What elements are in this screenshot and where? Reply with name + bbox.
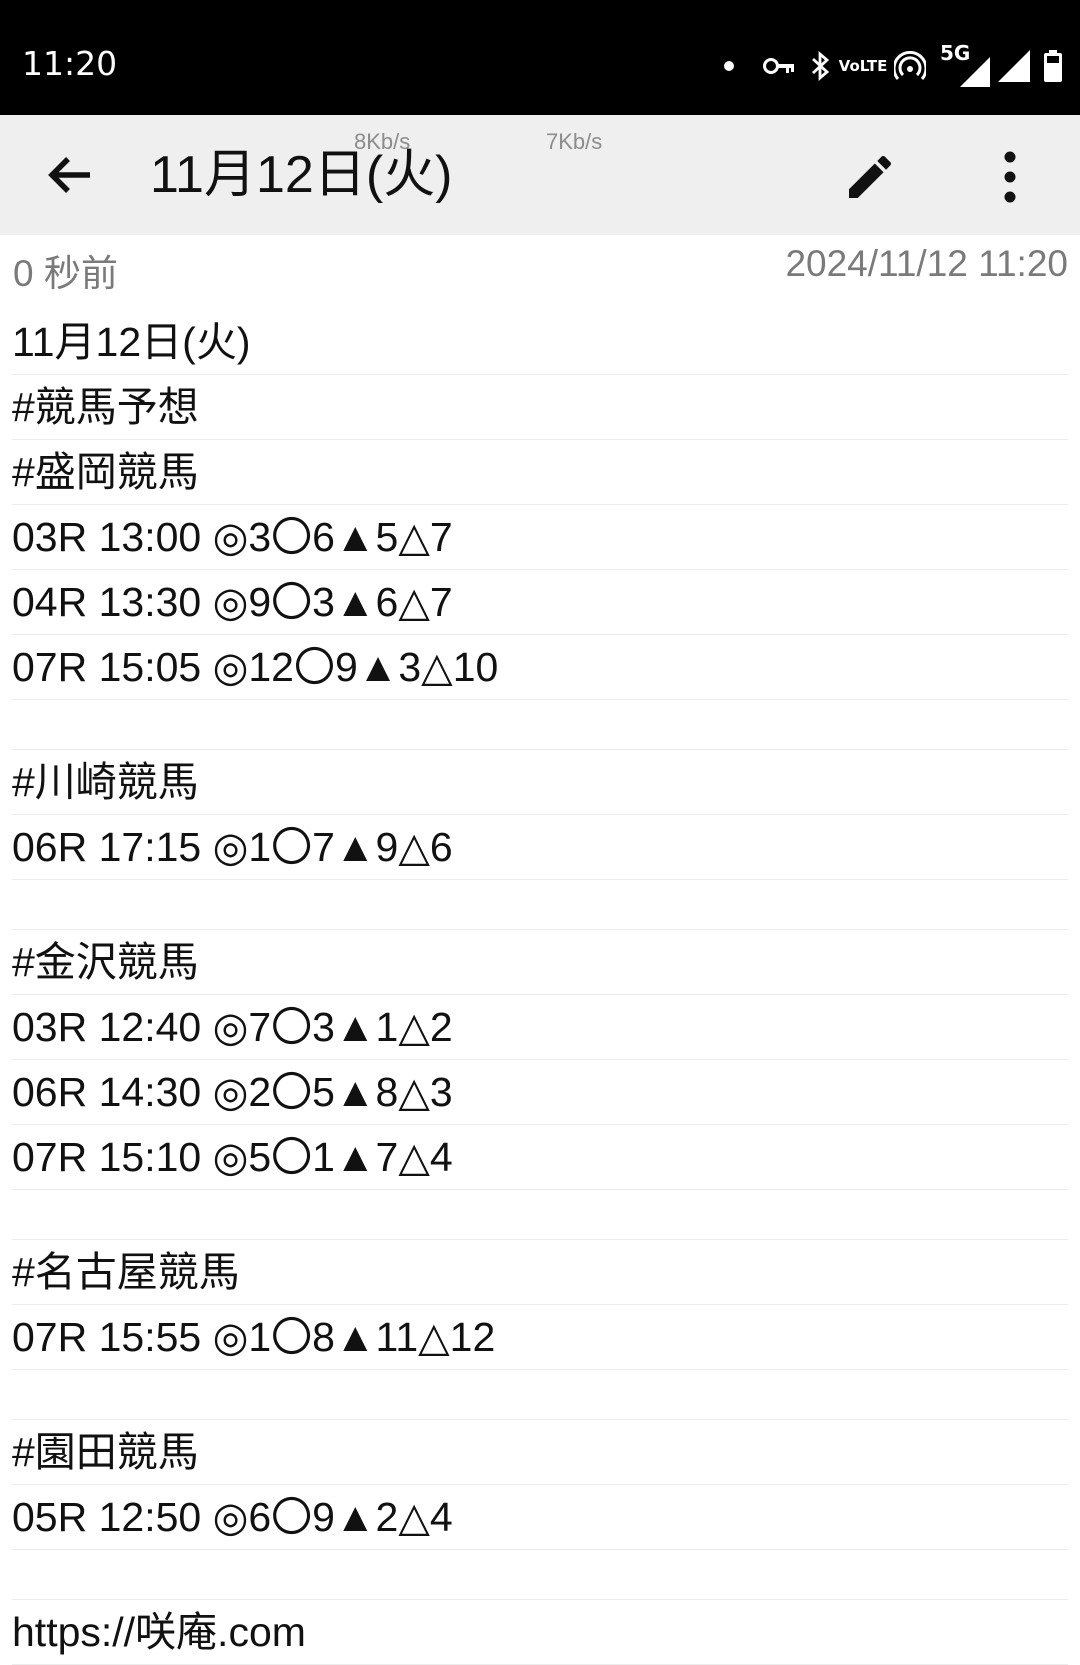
app-toolbar: 11月12日(火) 8Kb/s 7Kb/s xyxy=(0,115,1080,235)
note-line: 03R 13:00 ◎3〇6▲5△7 xyxy=(12,505,1068,570)
note-line: #名古屋競馬 xyxy=(12,1240,1068,1305)
arrow-back-icon xyxy=(48,157,90,193)
note-line: 03R 12:40 ◎7〇3▲1△2 xyxy=(12,995,1068,1060)
note-line: 07R 15:10 ◎5〇1▲7△4 xyxy=(12,1125,1068,1190)
note-line: https://咲庵.com xyxy=(12,1600,1068,1665)
note-line: 04R 13:30 ◎9〇3▲6△7 xyxy=(12,570,1068,635)
note-line: #川崎競馬 xyxy=(12,750,1068,815)
vpn-key-icon xyxy=(762,56,796,76)
bluetooth-icon xyxy=(810,50,832,82)
note-line: 11月12日(火) xyxy=(12,310,1068,375)
note-blank-line xyxy=(12,700,1068,750)
note-line: 05R 12:50 ◎6〇9▲2△4 xyxy=(12,1485,1068,1550)
back-button[interactable] xyxy=(40,147,100,203)
note-blank-line xyxy=(12,1370,1068,1420)
note-timestamp: 2024/11/12 11:20 xyxy=(785,243,1068,284)
note-line: 07R 15:05 ◎12〇9▲3△10 xyxy=(12,635,1068,700)
edit-button[interactable] xyxy=(838,147,902,207)
note-blank-line xyxy=(12,880,1068,930)
note-body[interactable]: 11月12日(火) #競馬予想 #盛岡競馬 03R 13:00 ◎3〇6▲5△7 04R… xyxy=(12,310,1068,1665)
hotspot-icon xyxy=(894,51,926,81)
status-time: 11:20 xyxy=(22,44,118,83)
status-bar: 11:20 Vo LTE 5G xyxy=(0,0,1080,115)
network-speed-download: 7Kb/s xyxy=(546,129,603,154)
more-options-button[interactable] xyxy=(980,147,1040,207)
note-line: #園田競馬 xyxy=(12,1420,1068,1485)
volte-icon: Vo LTE xyxy=(838,56,888,75)
notification-dot-icon xyxy=(724,61,734,71)
note-line: #金沢競馬 xyxy=(12,930,1068,995)
5g-signal-icon: 5G xyxy=(940,41,990,87)
more-vert-icon xyxy=(1004,151,1016,203)
note-blank-line xyxy=(12,1550,1068,1600)
note-line: 07R 15:55 ◎1〇8▲11△12 xyxy=(12,1305,1068,1370)
note-line: #競馬予想 xyxy=(12,375,1068,440)
network-speed-upload: 8Kb/s xyxy=(354,129,411,154)
status-icons: Vo LTE 5G xyxy=(724,41,1062,88)
signal-icon xyxy=(998,50,1030,82)
pencil-icon xyxy=(849,155,892,198)
note-line: 06R 14:30 ◎2〇5▲8△3 xyxy=(12,1060,1068,1125)
note-line: #盛岡競馬 xyxy=(12,440,1068,505)
relative-time: 0 秒前 xyxy=(13,253,118,294)
battery-icon xyxy=(1044,50,1062,82)
note-blank-line xyxy=(12,1190,1068,1240)
note-line: 06R 17:15 ◎1〇7▲9△6 xyxy=(12,815,1068,880)
